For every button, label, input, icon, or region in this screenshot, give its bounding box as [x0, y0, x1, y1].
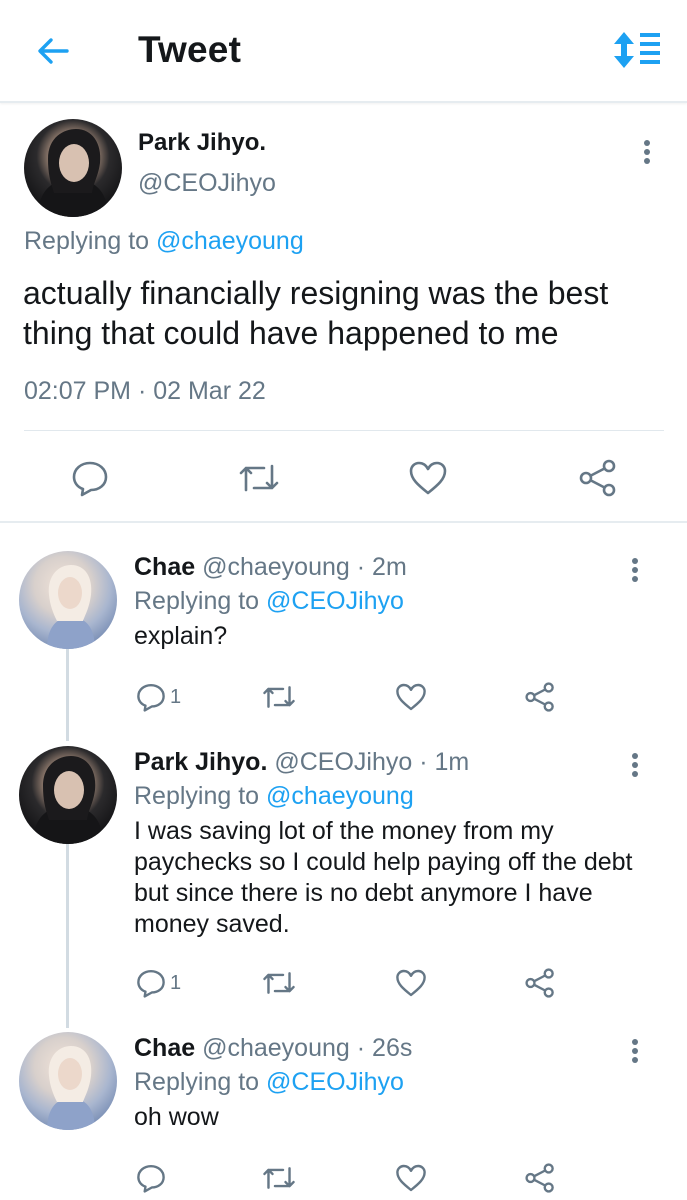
reply-count: 1 — [170, 971, 182, 994]
replying-to-label: Replying to — [134, 782, 260, 810]
reply-text: oh wow — [134, 1103, 219, 1131]
tweet-timestamp: 02:07 PM · 02 Mar 22 — [24, 377, 266, 405]
replying-to-label: Replying to — [134, 587, 260, 615]
reply-tweet[interactable]: Park Jihyo. @CEOJihyo · 1m Replying to @… — [0, 746, 687, 1016]
reply-header: Park Jihyo. @CEOJihyo · 1m — [134, 748, 469, 777]
replying-to-label: Replying to — [24, 227, 150, 255]
top-app-bar: Tweet — [0, 0, 687, 103]
sort-arrows-icon — [614, 32, 660, 68]
avatar[interactable] — [19, 1032, 117, 1130]
reply-header: Chae @chaeyoung · 2m — [134, 553, 407, 582]
author-handle[interactable]: @chaeyoung — [202, 553, 350, 581]
like-icon — [396, 969, 426, 997]
reply-actions: 1 — [0, 679, 687, 719]
section-divider — [0, 521, 687, 523]
retweet-icon — [263, 972, 295, 994]
retweet-button[interactable] — [237, 455, 281, 501]
replying-to: Replying to @chaeyoung — [134, 782, 414, 811]
more-options-button[interactable] — [622, 1036, 648, 1066]
sort-button[interactable] — [612, 28, 666, 72]
reply-button[interactable] — [68, 455, 112, 501]
share-icon — [579, 459, 616, 497]
tweet-text: actually financially resigning was the b… — [23, 275, 609, 351]
share-icon — [525, 682, 554, 712]
replying-to-handle[interactable]: @CEOJihyo — [266, 1068, 404, 1096]
retweet-button[interactable] — [262, 1160, 296, 1196]
tweet-actions — [0, 455, 687, 505]
page-title: Tweet — [138, 29, 242, 70]
share-button[interactable] — [524, 679, 556, 715]
retweet-button[interactable] — [262, 679, 296, 715]
divider — [24, 430, 664, 431]
avatar[interactable] — [19, 746, 117, 844]
author-name[interactable]: Chae — [134, 1034, 195, 1062]
like-icon — [396, 683, 426, 711]
replying-to-label: Replying to — [134, 1068, 260, 1096]
reply-tweet[interactable]: Chae @chaeyoung · 2m Replying to @CEOJih… — [0, 551, 687, 716]
retweet-button[interactable] — [262, 965, 296, 1001]
more-options-button[interactable] — [622, 555, 648, 585]
more-options-button[interactable] — [622, 750, 648, 780]
author-handle[interactable]: @chaeyoung — [202, 1034, 350, 1062]
retweet-icon — [263, 686, 295, 708]
relative-time: · 26s — [356, 1034, 413, 1062]
reply-icon — [137, 969, 165, 998]
reply-tweet[interactable]: Chae @chaeyoung · 26s Replying to @CEOJi… — [0, 1032, 687, 1200]
replying-to: Replying to @chaeyoung — [24, 227, 304, 256]
replying-to: Replying to @CEOJihyo — [134, 1068, 404, 1097]
more-options-button[interactable] — [633, 135, 661, 169]
retweet-icon — [263, 1167, 295, 1189]
reply-text: I was saving lot of the money from my pa… — [134, 817, 633, 938]
author-name[interactable]: Park Jihyo. — [134, 748, 267, 776]
like-button[interactable] — [406, 455, 450, 501]
reply-actions — [0, 1160, 687, 1200]
share-icon — [525, 968, 554, 998]
avatar[interactable] — [19, 551, 117, 649]
author-handle[interactable]: @CEOJihyo — [138, 169, 276, 198]
more-vertical-icon — [632, 558, 638, 582]
back-button[interactable] — [30, 28, 76, 74]
reply-icon — [72, 461, 108, 497]
share-button[interactable] — [576, 455, 620, 501]
reply-button[interactable] — [136, 1160, 170, 1196]
reply-header: Chae @chaeyoung · 26s — [134, 1034, 412, 1063]
relative-time: · 2m — [356, 553, 407, 581]
share-button[interactable] — [524, 965, 556, 1001]
author-name[interactable]: Park Jihyo. — [138, 129, 266, 157]
like-icon — [409, 461, 447, 495]
avatar[interactable] — [24, 119, 122, 217]
reply-icon — [137, 683, 165, 712]
main-tweet: Park Jihyo. @CEOJihyo Replying to @chaey… — [0, 103, 687, 523]
more-vertical-icon — [632, 753, 638, 777]
retweet-icon — [239, 464, 279, 492]
replying-to-handle[interactable]: @chaeyoung — [156, 227, 304, 255]
share-button[interactable] — [524, 1160, 556, 1196]
like-button[interactable] — [395, 965, 427, 1001]
author-name[interactable]: Chae — [134, 553, 195, 581]
reply-button[interactable]: 1 — [136, 965, 181, 1001]
reply-button[interactable]: 1 — [136, 679, 181, 715]
relative-time: · 1m — [419, 748, 470, 776]
author-handle[interactable]: @CEOJihyo — [274, 748, 412, 776]
more-vertical-icon — [632, 1039, 638, 1063]
reply-icon — [137, 1164, 165, 1193]
reply-text: explain? — [134, 622, 228, 650]
reply-count: 1 — [170, 685, 182, 708]
replying-to-handle[interactable]: @CEOJihyo — [266, 587, 404, 615]
arrow-left-icon — [38, 38, 69, 64]
replying-to: Replying to @CEOJihyo — [134, 587, 404, 616]
like-icon — [396, 1164, 426, 1192]
share-icon — [525, 1163, 554, 1193]
replying-to-handle[interactable]: @chaeyoung — [266, 782, 414, 810]
like-button[interactable] — [395, 679, 427, 715]
reply-actions: 1 — [0, 965, 687, 1005]
like-button[interactable] — [395, 1160, 427, 1196]
more-vertical-icon — [644, 140, 650, 164]
